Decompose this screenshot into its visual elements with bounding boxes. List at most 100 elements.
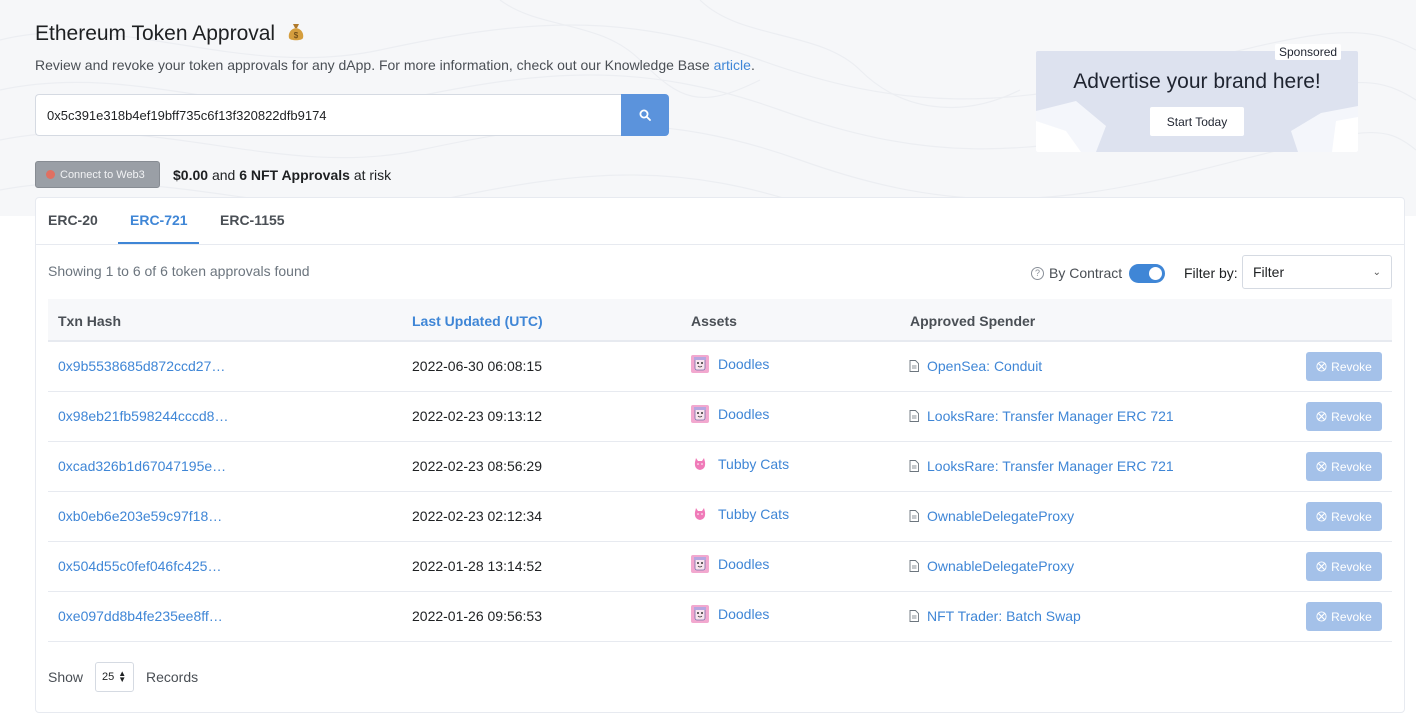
table-row: 0xe097dd8b4fe235ee8ff… 2022-01-26 09:56:5…	[48, 592, 1392, 642]
approved-spender-link[interactable]: OwnableDelegateProxy	[909, 508, 1074, 524]
txn-hash-link[interactable]: 0x9b5538685d872ccd27…	[58, 358, 225, 374]
doodles-icon	[691, 355, 709, 373]
show-label: Show	[48, 669, 84, 685]
approved-spender-link[interactable]: NFT Trader: Batch Swap	[909, 608, 1081, 624]
column-approved-spender: Approved Spender	[910, 313, 1036, 329]
revoke-icon	[1316, 561, 1327, 572]
disconnected-status-dot-icon	[46, 170, 55, 179]
chevron-down-icon: ⌄	[1372, 266, 1381, 278]
tubby-cats-icon	[691, 505, 709, 523]
subtitle-text: Review and revoke your token approvals f…	[35, 57, 710, 73]
revoke-button[interactable]: Revoke	[1306, 502, 1382, 531]
page-title: Ethereum Token Approval $	[35, 22, 305, 46]
revoke-button[interactable]: Revoke	[1306, 352, 1382, 381]
approved-spender-link[interactable]: LooksRare: Transfer Manager ERC 721	[909, 458, 1174, 474]
contract-document-icon	[909, 510, 919, 522]
records-per-page-select[interactable]: 25 ▲ ▼	[95, 662, 134, 692]
contract-document-icon	[909, 410, 919, 422]
column-assets: Assets	[691, 313, 737, 329]
active-tab-indicator	[118, 242, 199, 244]
knowledge-base-article-link[interactable]: article	[714, 57, 751, 73]
contract-document-icon	[909, 460, 919, 472]
txn-hash-link[interactable]: 0xcad326b1d67047195e…	[58, 458, 226, 474]
risk-suffix: at risk	[353, 167, 392, 183]
risk-value: $0.00	[173, 167, 209, 183]
doodles-icon	[691, 605, 709, 623]
tab-erc-1155[interactable]: ERC-1155	[220, 212, 285, 228]
column-last-updated[interactable]: Last Updated (UTC)	[412, 313, 543, 329]
approved-spender-link[interactable]: OwnableDelegateProxy	[909, 558, 1074, 574]
table-row: 0xb0eb6e203e59c97f18… 2022-02-23 02:12:34…	[48, 492, 1392, 542]
search-button[interactable]	[621, 94, 669, 136]
help-question-icon[interactable]: ?	[1031, 266, 1044, 280]
revoke-button[interactable]: Revoke	[1306, 552, 1382, 581]
txn-hash-link[interactable]: 0xb0eb6e203e59c97f18…	[58, 508, 222, 524]
hero-section: Ethereum Token Approval $ Review and rev…	[0, 0, 1416, 216]
subtitle-end: .	[750, 57, 755, 73]
revoke-icon	[1316, 411, 1327, 422]
filter-select[interactable]: Filter ⌄	[1242, 255, 1392, 289]
last-updated-date: 2022-02-23 02:12:34	[412, 508, 542, 524]
connect-web3-button[interactable]: Connect to Web3	[35, 161, 160, 188]
txn-hash-link[interactable]: 0x98eb21fb598244cccd8…	[58, 408, 228, 424]
revoke-icon	[1316, 511, 1327, 522]
approved-spender-link[interactable]: OpenSea: Conduit	[909, 358, 1042, 374]
address-search-input[interactable]	[35, 94, 621, 136]
tubby-cats-icon	[691, 455, 709, 473]
last-updated-date: 2022-02-23 09:13:12	[412, 408, 542, 424]
spender-name: OwnableDelegateProxy	[927, 508, 1075, 524]
asset-link[interactable]: Tubby Cats	[691, 505, 789, 523]
doodles-icon	[691, 555, 709, 573]
by-contract-toggle[interactable]	[1129, 264, 1165, 283]
toggle-knob	[1149, 267, 1162, 280]
last-updated-date: 2022-02-23 08:56:29	[412, 458, 542, 474]
table-row: 0xcad326b1d67047195e… 2022-02-23 08:56:29…	[48, 442, 1392, 492]
filter-by-label: Filter by:	[1184, 265, 1238, 281]
risk-and: and	[211, 167, 236, 183]
revoke-icon	[1316, 611, 1327, 622]
revoke-label: Revoke	[1331, 559, 1372, 574]
asset-link[interactable]: Doodles	[691, 405, 769, 423]
revoke-label: Revoke	[1331, 459, 1372, 474]
asset-name: Tubby Cats	[718, 456, 790, 472]
txn-hash-link[interactable]: 0xe097dd8b4fe235ee8ff…	[58, 608, 223, 624]
contract-document-icon	[909, 610, 919, 622]
revoke-label: Revoke	[1331, 509, 1372, 524]
sponsored-ad-banner[interactable]: Advertise your brand here! Start Today	[1036, 51, 1358, 152]
revoke-label: Revoke	[1331, 609, 1372, 624]
asset-name: Doodles	[718, 556, 770, 572]
spender-name: OpenSea: Conduit	[927, 358, 1043, 374]
ad-start-today-button[interactable]: Start Today	[1150, 107, 1244, 136]
spender-name: NFT Trader: Batch Swap	[927, 608, 1081, 624]
by-contract-label: ? By Contract	[1031, 265, 1122, 281]
contract-document-icon	[909, 560, 919, 572]
revoke-button[interactable]: Revoke	[1306, 402, 1382, 431]
ad-headline: Advertise your brand here!	[1073, 70, 1321, 93]
asset-name: Doodles	[718, 406, 770, 422]
doodles-icon	[691, 405, 709, 423]
revoke-button[interactable]: Revoke	[1306, 602, 1382, 631]
approved-spender-link[interactable]: LooksRare: Transfer Manager ERC 721	[909, 408, 1174, 424]
asset-link[interactable]: Tubby Cats	[691, 455, 789, 473]
asset-link[interactable]: Doodles	[691, 355, 769, 373]
approvals-card: ERC-20 ERC-721 ERC-1155 Showing 1 to 6 o…	[35, 197, 1405, 713]
records-label: Records	[146, 669, 199, 685]
asset-link[interactable]: Doodles	[691, 555, 769, 573]
spender-name: LooksRare: Transfer Manager ERC 721	[927, 408, 1174, 424]
tab-erc-721[interactable]: ERC-721	[130, 212, 188, 228]
tab-erc-20[interactable]: ERC-20	[48, 212, 98, 228]
ad-illustration	[1036, 101, 1358, 152]
page-title-text: Ethereum Token Approval	[35, 22, 276, 45]
connect-web3-label: Connect to Web3	[60, 168, 145, 181]
txn-hash-link[interactable]: 0x504d55c0fef046fc425…	[58, 558, 221, 574]
spender-name: OwnableDelegateProxy	[927, 558, 1075, 574]
revoke-icon	[1316, 461, 1327, 472]
asset-name: Tubby Cats	[718, 506, 790, 522]
contract-document-icon	[909, 360, 919, 372]
address-search	[35, 94, 669, 136]
table-row: 0x504d55c0fef046fc425… 2022-01-28 13:14:5…	[48, 542, 1392, 592]
asset-link[interactable]: Doodles	[691, 605, 769, 623]
results-count-text: Showing 1 to 6 of 6 token approvals foun…	[48, 263, 310, 279]
search-icon	[639, 109, 651, 121]
revoke-button[interactable]: Revoke	[1306, 452, 1382, 481]
